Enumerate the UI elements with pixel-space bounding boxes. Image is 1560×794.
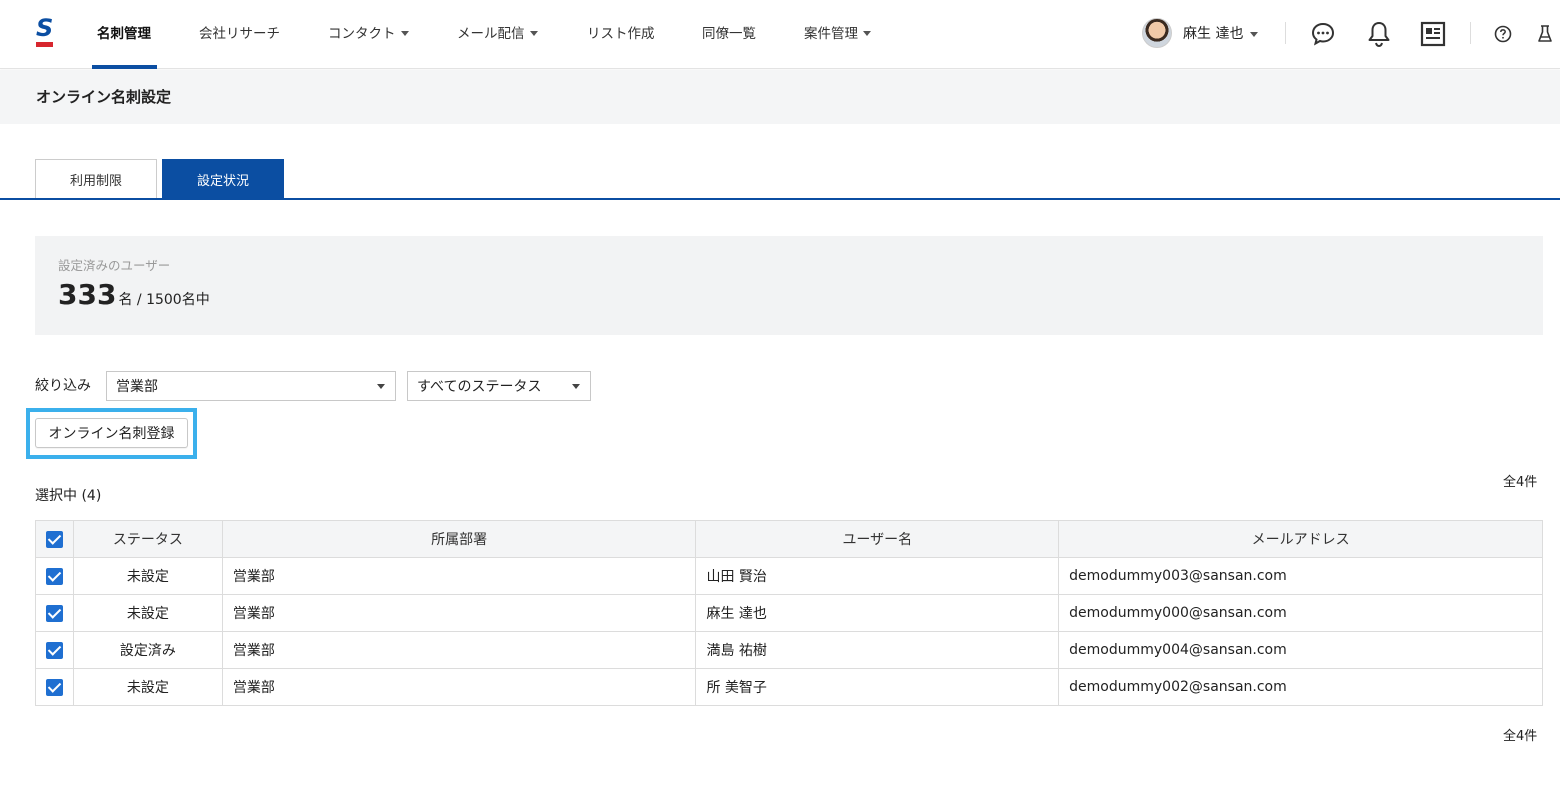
- chat-icon[interactable]: [1309, 20, 1337, 48]
- nav-label: 会社リサーチ: [199, 26, 280, 42]
- selected-count: 選択中 (4): [35, 488, 102, 504]
- nav-deal-management[interactable]: 案件管理: [804, 22, 871, 42]
- summary-panel: 設定済みのユーザー 333 名 / 1500名中: [35, 236, 1543, 335]
- nav-label: 同僚一覧: [702, 26, 756, 42]
- divider: [1285, 22, 1286, 44]
- email-cell: demodummy004@sansan.com: [1058, 631, 1543, 669]
- chevron-down-icon: [863, 30, 871, 36]
- user-name-cell: 所 美智子: [695, 668, 1060, 706]
- table-row[interactable]: 未設定 営業部 麻生 達也 demodummy000@sansan.com: [35, 594, 1543, 632]
- row-checkbox-cell[interactable]: [35, 594, 74, 632]
- tab-underline: [0, 198, 1560, 200]
- nav-label: 案件管理: [804, 26, 858, 42]
- email-cell: demodummy003@sansan.com: [1058, 557, 1543, 595]
- chevron-down-icon: [400, 30, 409, 36]
- user-name-cell: 麻生 達也: [695, 594, 1060, 632]
- page-header: オンライン名刺設定: [0, 70, 1560, 124]
- status-cell: 未設定: [72, 668, 223, 706]
- summary-label: 設定済みのユーザー: [58, 258, 171, 273]
- user-name-cell: 山田 賢治: [695, 557, 1060, 595]
- summary-value: 333 名 / 1500名中: [58, 278, 210, 311]
- status-select-value: すべてのステータス: [417, 379, 542, 395]
- tab-setting-status[interactable]: 設定状況: [162, 159, 284, 199]
- status-cell: 未設定: [72, 557, 223, 595]
- status-select[interactable]: すべてのステータス: [407, 371, 591, 401]
- table-header-row: ステータス 所属部署 ユーザー名 メールアドレス: [35, 520, 1543, 558]
- row-checkbox-cell[interactable]: [35, 631, 74, 669]
- chevron-down-icon: [572, 384, 580, 389]
- department-cell: 営業部: [221, 631, 697, 669]
- department-cell: 営業部: [221, 668, 697, 706]
- row-checkbox[interactable]: [45, 678, 63, 696]
- select-all-checkbox-cell[interactable]: [35, 520, 74, 558]
- department-select-value: 営業部: [116, 379, 158, 395]
- select-all-checkbox[interactable]: [45, 530, 63, 548]
- chevron-down-icon: [377, 384, 385, 389]
- email-cell: demodummy000@sansan.com: [1058, 594, 1543, 632]
- sansan-logo[interactable]: S: [36, 14, 54, 48]
- row-checkbox-cell[interactable]: [35, 557, 74, 595]
- flask-icon[interactable]: [1536, 23, 1554, 45]
- nav-label: 名刺管理: [97, 26, 151, 42]
- nav-label: メール配信: [457, 26, 525, 42]
- email-cell: demodummy002@sansan.com: [1058, 668, 1543, 706]
- row-checkbox[interactable]: [45, 604, 63, 622]
- column-header-department[interactable]: 所属部署: [221, 520, 697, 558]
- total-count-top: 全4件: [1503, 475, 1538, 490]
- business-card-icon[interactable]: [1420, 21, 1446, 47]
- department-cell: 営業部: [221, 557, 697, 595]
- avatar: [1142, 18, 1172, 48]
- chevron-down-icon: [529, 30, 538, 36]
- nav-label: コンタクト: [328, 26, 396, 42]
- column-header-email[interactable]: メールアドレス: [1058, 520, 1543, 558]
- nav-company-research[interactable]: 会社リサーチ: [199, 22, 280, 42]
- configured-user-count: 333: [58, 278, 117, 311]
- row-checkbox-cell[interactable]: [35, 668, 74, 706]
- nav-list-creation[interactable]: リスト作成: [587, 22, 655, 42]
- table-row[interactable]: 未設定 営業部 山田 賢治 demodummy003@sansan.com: [35, 557, 1543, 595]
- total-count-bottom: 全4件: [1503, 729, 1538, 744]
- tab-usage-limit[interactable]: 利用制限: [35, 159, 157, 199]
- user-name: 麻生 達也: [1183, 26, 1244, 42]
- status-cell: 未設定: [72, 594, 223, 632]
- user-table: ステータス 所属部署 ユーザー名 メールアドレス 未設定 営業部 山田 賢治 d…: [35, 520, 1543, 706]
- nav-contact[interactable]: コンタクト: [328, 22, 409, 42]
- department-cell: 営業部: [221, 594, 697, 632]
- online-card-register-button[interactable]: オンライン名刺登録: [35, 418, 188, 448]
- bell-icon[interactable]: [1365, 19, 1393, 49]
- user-menu[interactable]: 麻生 達也: [1142, 17, 1259, 49]
- row-checkbox[interactable]: [45, 641, 63, 659]
- nav-colleagues[interactable]: 同僚一覧: [702, 22, 756, 42]
- column-header-status[interactable]: ステータス: [72, 520, 223, 558]
- filter-label: 絞り込み: [35, 378, 91, 394]
- status-cell: 設定済み: [72, 631, 223, 669]
- column-header-user[interactable]: ユーザー名: [695, 520, 1060, 558]
- user-name-cell: 満島 祐樹: [695, 631, 1060, 669]
- top-navigation: S 名刺管理 会社リサーチ コンタクト メール配信 リスト作成 同僚一覧 案件管…: [0, 0, 1560, 69]
- chevron-down-icon: [1250, 31, 1259, 37]
- nav-meishi-kanri[interactable]: 名刺管理: [97, 22, 151, 42]
- department-select[interactable]: 営業部: [106, 371, 396, 401]
- table-row[interactable]: 未設定 営業部 所 美智子 demodummy002@sansan.com: [35, 668, 1543, 706]
- divider: [1470, 22, 1471, 44]
- nav-mail-delivery[interactable]: メール配信: [457, 22, 538, 42]
- user-count-total: 名 / 1500名中: [118, 292, 210, 308]
- table-row[interactable]: 設定済み 営業部 満島 祐樹 demodummy004@sansan.com: [35, 631, 1543, 669]
- nav-label: リスト作成: [587, 26, 655, 42]
- help-icon[interactable]: [1493, 24, 1513, 44]
- row-checkbox[interactable]: [45, 567, 63, 585]
- page-title: オンライン名刺設定: [36, 88, 172, 106]
- active-nav-indicator: [92, 65, 157, 69]
